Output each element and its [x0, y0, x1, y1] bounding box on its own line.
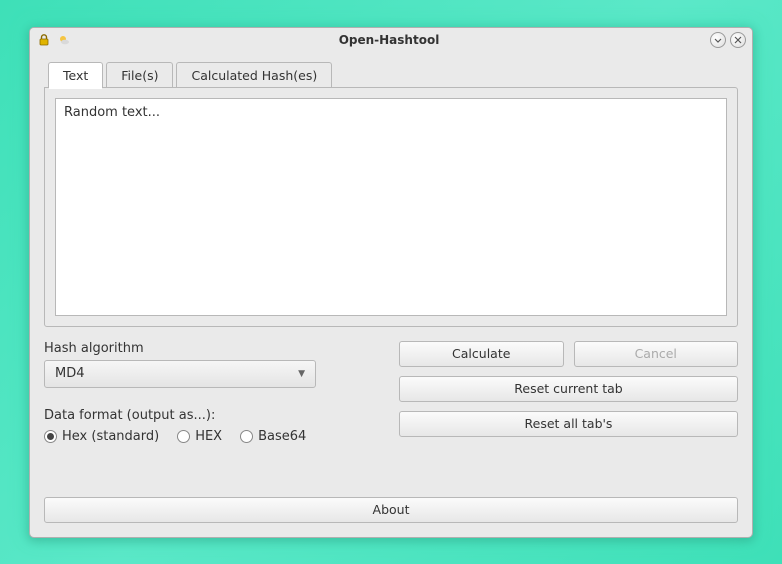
lock-icon [36, 32, 52, 48]
tab-label: Text [63, 68, 88, 83]
reset-all-tabs-button[interactable]: Reset all tab's [399, 411, 738, 437]
radio-hex-upper[interactable]: HEX [177, 429, 222, 444]
content-area: Text File(s) Calculated Hash(es) Hash al… [30, 52, 752, 537]
button-label: Reset all tab's [525, 416, 613, 431]
hash-algorithm-label: Hash algorithm [44, 341, 379, 356]
titlebar: Open-Hashtool [30, 28, 752, 52]
radio-hex-standard[interactable]: Hex (standard) [44, 429, 159, 444]
chevron-down-icon: ▼ [298, 369, 305, 379]
left-column: Hash algorithm MD4 ▼ Data format (output… [44, 341, 379, 446]
button-row-3: Reset all tab's [399, 411, 738, 437]
window-title: Open-Hashtool [72, 33, 706, 47]
data-format-label: Data format (output as...): [44, 408, 379, 423]
tab-text[interactable]: Text [48, 62, 103, 88]
hash-algorithm-select[interactable]: MD4 ▼ [44, 360, 316, 388]
data-format-section: Data format (output as...): Hex (standar… [44, 408, 379, 444]
text-input[interactable] [55, 98, 727, 316]
cancel-button: Cancel [574, 341, 739, 367]
tab-pane [44, 87, 738, 327]
about-button[interactable]: About [44, 497, 738, 523]
tab-label: Calculated Hash(es) [191, 68, 317, 83]
footer: About [44, 477, 738, 523]
calculate-button[interactable]: Calculate [399, 341, 564, 367]
button-label: Reset current tab [514, 381, 622, 396]
button-row-1: Calculate Cancel [399, 341, 738, 367]
status-icon [56, 32, 72, 48]
radio-dot-icon [44, 430, 57, 443]
select-value: MD4 [55, 366, 85, 381]
reset-current-tab-button[interactable]: Reset current tab [399, 376, 738, 402]
lower-section: Hash algorithm MD4 ▼ Data format (output… [44, 341, 738, 446]
minimize-button[interactable] [710, 32, 726, 48]
right-column: Calculate Cancel Reset current tab Reset… [399, 341, 738, 446]
radio-label: HEX [195, 429, 222, 444]
button-label: Cancel [635, 346, 677, 361]
app-window: Open-Hashtool Text File(s) Calculated Ha… [29, 27, 753, 538]
radio-dot-icon [240, 430, 253, 443]
tab-label: File(s) [121, 68, 158, 83]
button-label: About [373, 502, 410, 517]
radio-label: Hex (standard) [62, 429, 159, 444]
radio-base64[interactable]: Base64 [240, 429, 306, 444]
close-button[interactable] [730, 32, 746, 48]
radio-label: Base64 [258, 429, 306, 444]
tab-row: Text File(s) Calculated Hash(es) [44, 62, 738, 88]
button-row-2: Reset current tab [399, 376, 738, 402]
tab-files[interactable]: File(s) [106, 62, 173, 88]
radio-dot-icon [177, 430, 190, 443]
tab-hashes[interactable]: Calculated Hash(es) [176, 62, 332, 88]
button-label: Calculate [452, 346, 510, 361]
data-format-radios: Hex (standard) HEX Base64 [44, 429, 379, 444]
